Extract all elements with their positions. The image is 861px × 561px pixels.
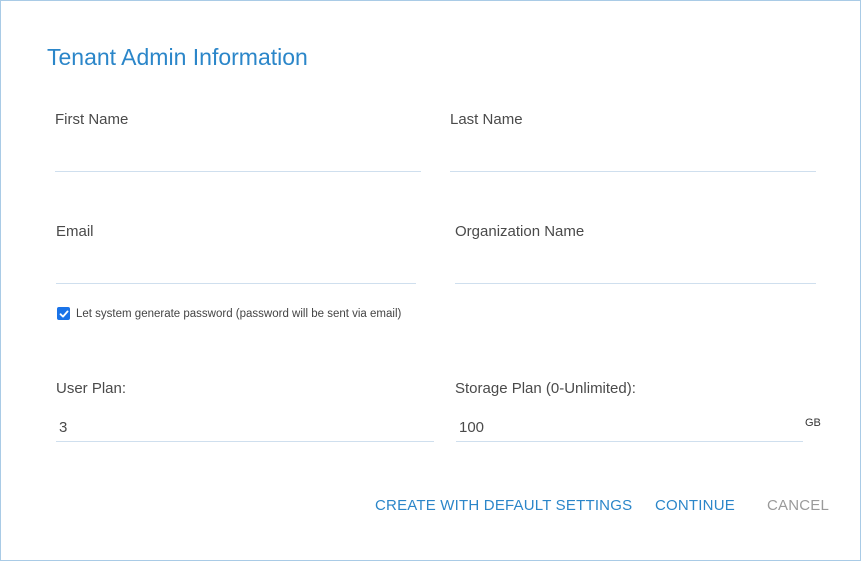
checkmark-icon [59,310,68,317]
organization-name-label: Organization Name [455,223,585,240]
first-name-label: First Name [55,111,129,128]
generate-password-label: Let system generate password (password w… [76,307,402,320]
storage-unit-label: GB [805,417,821,429]
email-label: Email [56,223,94,240]
create-with-default-settings-button[interactable]: CREATE WITH DEFAULT SETTINGS [375,497,632,514]
email-input[interactable] [56,262,416,284]
cancel-button[interactable]: CANCEL [767,497,829,514]
last-name-input[interactable] [450,150,816,172]
dialog-title: Tenant Admin Information [47,44,308,70]
generate-password-checkbox[interactable] [57,307,70,320]
storage-plan-input[interactable] [456,413,803,442]
organization-name-input[interactable] [455,262,816,284]
storage-plan-label: Storage Plan (0-Unlimited): [455,380,636,397]
user-plan-label: User Plan: [56,380,127,397]
first-name-input[interactable] [55,150,421,172]
continue-button[interactable]: CONTINUE [655,497,735,514]
user-plan-input[interactable] [56,413,434,442]
generate-password-option[interactable]: Let system generate password (password w… [57,307,401,320]
tenant-admin-dialog: Tenant Admin Information First Name Last… [0,0,861,561]
last-name-label: Last Name [450,111,523,128]
